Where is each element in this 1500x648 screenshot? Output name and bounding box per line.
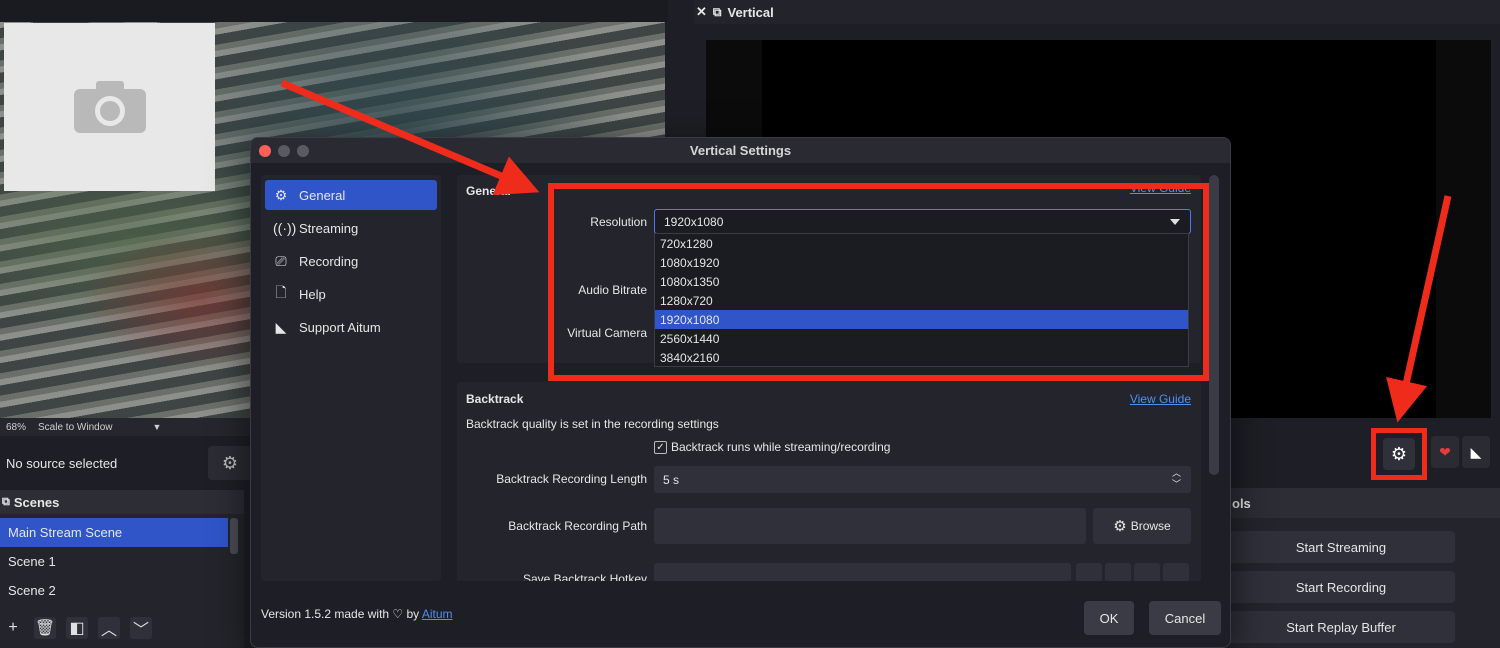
annotation-arrows	[280, 79, 1452, 423]
annotation-arrow	[280, 79, 540, 196]
annotation-arrow	[1386, 195, 1452, 423]
